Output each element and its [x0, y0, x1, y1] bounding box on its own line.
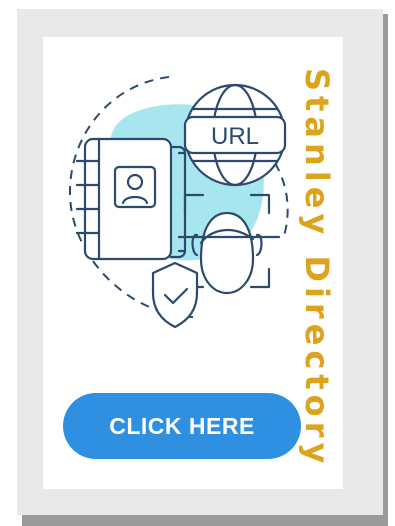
- brand-title: Stanley Directory: [298, 68, 336, 469]
- click-here-button[interactable]: CLICK HERE: [63, 393, 301, 459]
- url-label: URL: [211, 123, 259, 150]
- dashed-orbit-right: [274, 162, 289, 240]
- page: URL CLICK HERE Stanley Directory: [0, 0, 395, 526]
- address-book-icon: [75, 137, 187, 261]
